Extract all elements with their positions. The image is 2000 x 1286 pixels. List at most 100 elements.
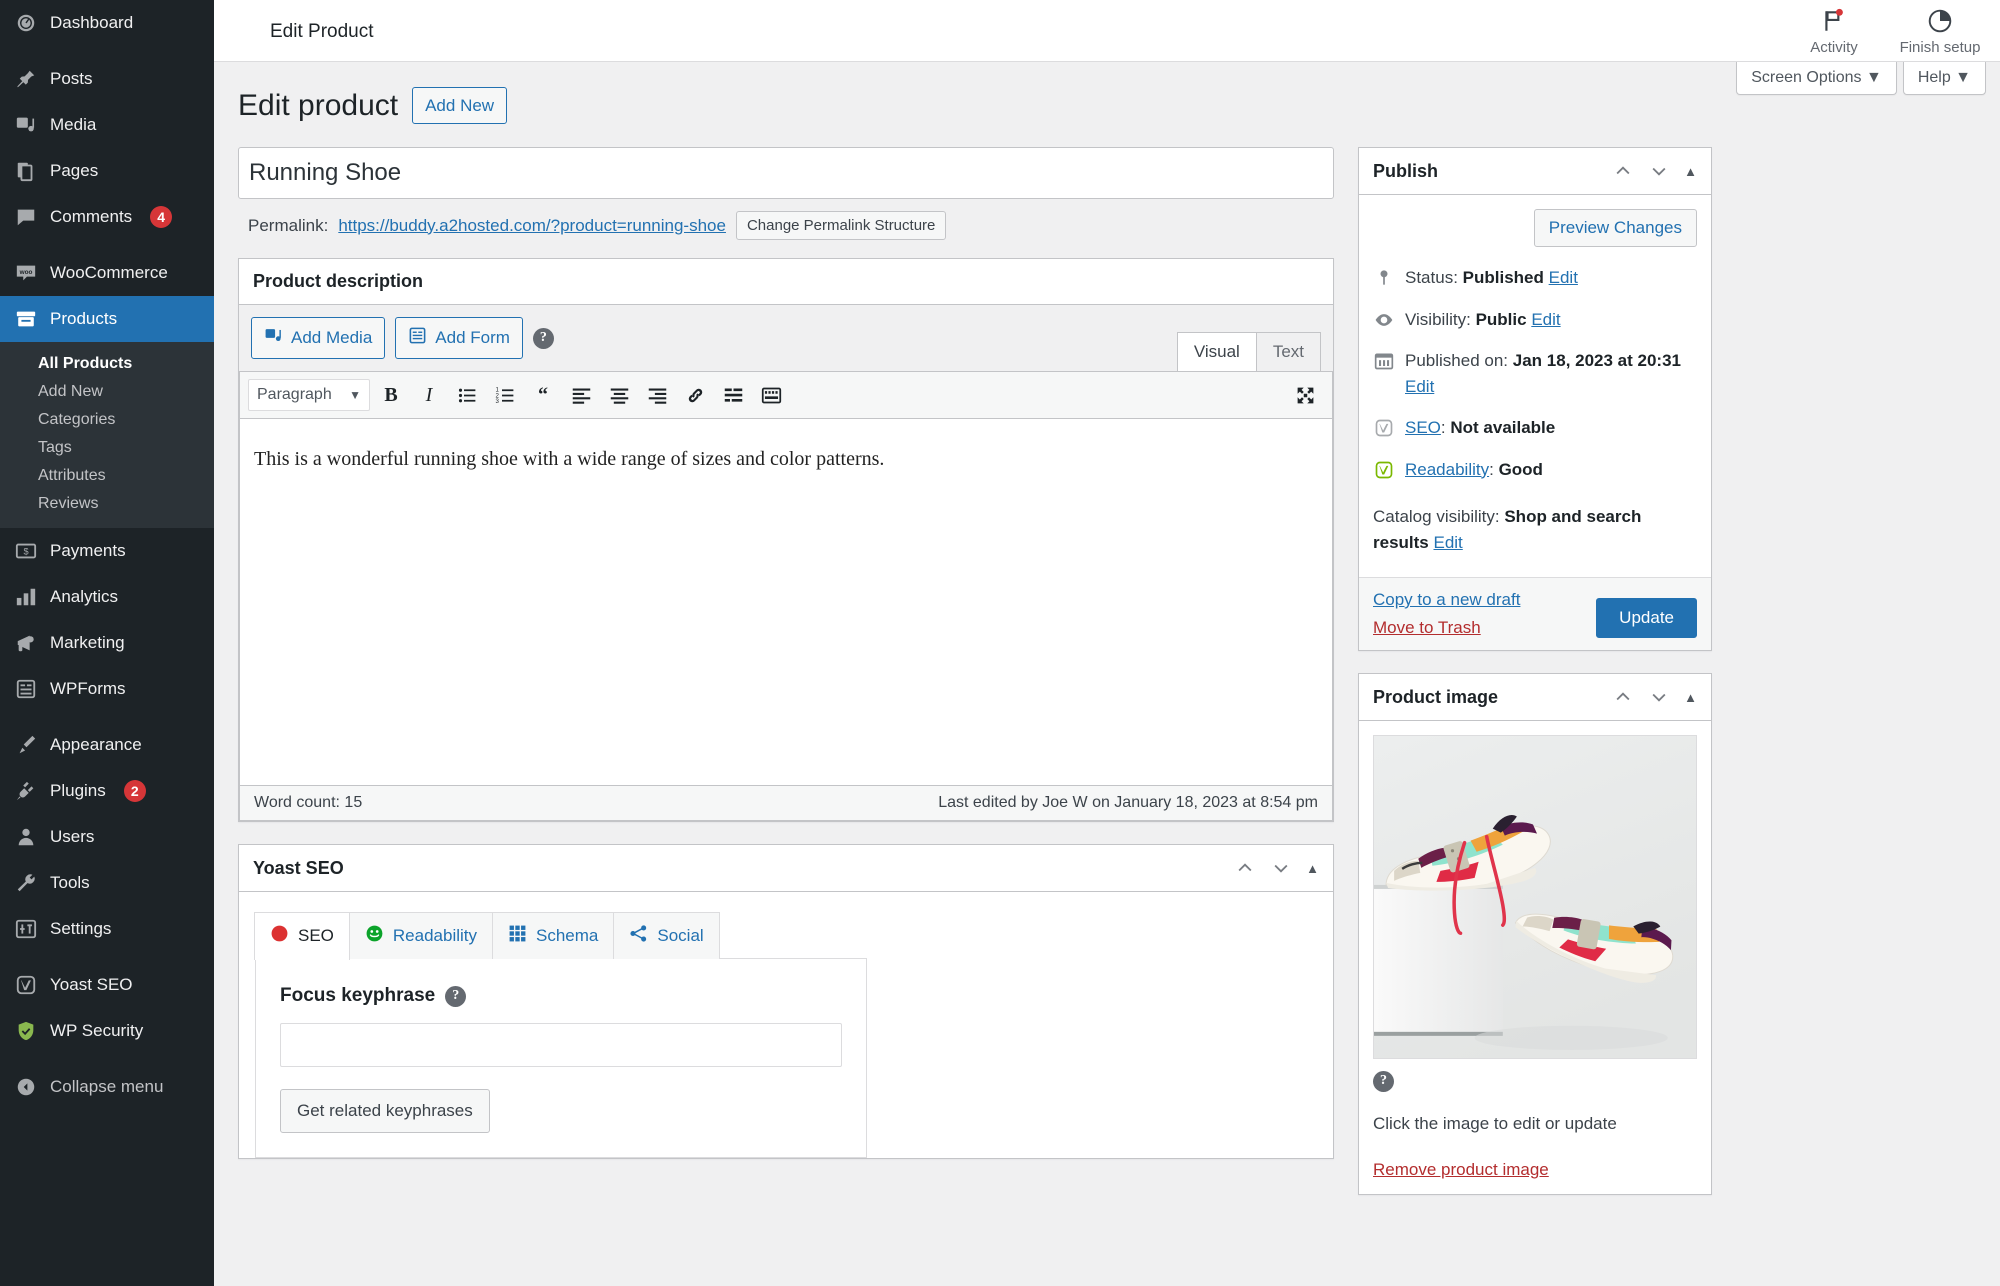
seo-link[interactable]: SEO	[1405, 418, 1441, 437]
add-media-button[interactable]: Add Media	[251, 317, 386, 360]
sidebar-item-wpforms[interactable]: WPForms	[0, 666, 214, 712]
bold-icon[interactable]: B	[374, 379, 408, 411]
published-on-edit-link[interactable]: Edit	[1405, 377, 1434, 396]
tab-text[interactable]: Text	[1255, 332, 1321, 372]
add-new-button[interactable]: Add New	[412, 86, 508, 125]
help-icon[interactable]: ?	[1373, 1070, 1394, 1092]
sidebar-item-pages[interactable]: Pages	[0, 148, 214, 194]
product-title-input[interactable]	[238, 147, 1334, 199]
sidebar-separator	[0, 712, 214, 722]
read-more-icon[interactable]	[716, 379, 750, 411]
blockquote-icon[interactable]: “	[526, 379, 560, 411]
readability-link[interactable]: Readability	[1405, 460, 1489, 479]
submenu-item-attributes[interactable]: Attributes	[0, 462, 214, 490]
align-center-icon[interactable]	[602, 379, 636, 411]
activity-button[interactable]: Activity	[1788, 4, 1880, 56]
submenu-item-all-products[interactable]: All Products	[0, 350, 214, 378]
move-up-icon[interactable]	[1612, 160, 1634, 182]
move-to-trash-link[interactable]: Move to Trash	[1373, 618, 1520, 638]
remove-product-image-link[interactable]: Remove product image	[1373, 1160, 1549, 1179]
sidebar-item-comments[interactable]: Comments 4	[0, 194, 214, 240]
submenu-item-tags[interactable]: Tags	[0, 434, 214, 462]
sidebar-item-label: WP Security	[50, 1021, 144, 1040]
move-down-icon[interactable]	[1648, 160, 1670, 182]
visibility-row: Visibility: Public Edit	[1373, 299, 1697, 341]
status-edit-link[interactable]: Edit	[1549, 268, 1578, 287]
status-row: Status: Published Edit	[1373, 257, 1697, 299]
toggle-panel-icon[interactable]: ▲	[1306, 861, 1319, 876]
collapse-menu-button[interactable]: Collapse menu	[0, 1064, 214, 1110]
wpforms-icon	[14, 677, 38, 701]
sidebar-item-woocommerce[interactable]: woo WooCommerce	[0, 250, 214, 296]
move-down-icon[interactable]	[1648, 686, 1670, 708]
yoast-tab-seo[interactable]: SEO	[254, 912, 350, 961]
align-right-icon[interactable]	[640, 379, 674, 411]
sidebar-item-media[interactable]: Media	[0, 102, 214, 148]
copy-to-new-draft-link[interactable]: Copy to a new draft	[1373, 590, 1520, 610]
publish-action-links: Copy to a new draft Move to Trash	[1373, 590, 1520, 638]
publish-actions: Copy to a new draft Move to Trash Update	[1359, 577, 1711, 650]
product-image-note: Click the image to edit or update	[1373, 1113, 1617, 1133]
catalog-visibility-label: Catalog visibility:	[1373, 507, 1500, 526]
move-up-icon[interactable]	[1234, 857, 1256, 879]
sidebar-item-tools[interactable]: Tools	[0, 860, 214, 906]
add-form-button[interactable]: Add Form	[395, 317, 523, 360]
editor-help-icon[interactable]: ?	[532, 327, 554, 349]
toggle-panel-icon[interactable]: ▲	[1684, 164, 1697, 179]
product-image-heading: Product image	[1373, 686, 1499, 707]
focus-keyphrase-help-icon[interactable]: ?	[445, 985, 467, 1007]
tab-visual[interactable]: Visual	[1176, 332, 1257, 373]
paragraph-format-select[interactable]: Paragraph ▼	[248, 379, 370, 412]
sidebar-item-settings[interactable]: Settings	[0, 906, 214, 952]
permalink-link[interactable]: https://buddy.a2hosted.com/?product=runn…	[338, 216, 726, 236]
yoast-handle-actions: ▲	[1234, 857, 1319, 879]
focus-keyphrase-input[interactable]	[280, 1023, 842, 1068]
sidebar-item-marketing[interactable]: Marketing	[0, 620, 214, 666]
get-related-keyphrases-button[interactable]: Get related keyphrases	[280, 1089, 490, 1134]
move-up-icon[interactable]	[1612, 686, 1634, 708]
main-content: Edit product Add New Permalink: https://…	[214, 62, 2000, 1286]
sidebar-item-analytics[interactable]: Analytics	[0, 574, 214, 620]
toolbar-toggle-icon[interactable]	[754, 379, 788, 411]
align-left-icon[interactable]	[564, 379, 598, 411]
finish-setup-button[interactable]: Finish setup	[1894, 4, 1986, 56]
yoast-tab-label: Readability	[392, 926, 478, 946]
sidebar-item-yoast-seo[interactable]: Yoast SEO	[0, 962, 214, 1008]
seo-score-text: SEO: Not available	[1405, 415, 1555, 441]
shield-icon	[14, 1019, 38, 1043]
yoast-tab-schema[interactable]: Schema	[492, 912, 615, 960]
sidebar-item-dashboard[interactable]: Dashboard	[0, 0, 214, 46]
yoast-tab-readability[interactable]: Readability	[348, 912, 494, 960]
update-button[interactable]: Update	[1596, 598, 1697, 638]
pin-icon	[14, 67, 38, 91]
toggle-panel-icon[interactable]: ▲	[1684, 690, 1697, 705]
distraction-free-icon[interactable]	[1288, 379, 1322, 411]
submenu-item-categories[interactable]: Categories	[0, 406, 214, 434]
numbered-list-icon[interactable]: 123	[488, 379, 522, 411]
sidebar-item-wp-security[interactable]: WP Security	[0, 1008, 214, 1054]
yoast-tab-social[interactable]: Social	[613, 912, 720, 960]
catalog-visibility-edit-link[interactable]: Edit	[1433, 533, 1462, 552]
visibility-label: Visibility:	[1405, 309, 1471, 329]
bulleted-list-icon[interactable]	[450, 379, 484, 411]
sidebar-item-plugins[interactable]: Plugins 2	[0, 768, 214, 814]
readability-score-text: Readability: Good	[1405, 457, 1543, 483]
editor-content-area[interactable]: This is a wonderful running shoe with a …	[239, 418, 1333, 787]
primary-column: Permalink: https://buddy.a2hosted.com/?p…	[238, 147, 1334, 1181]
sidebar-item-posts[interactable]: Posts	[0, 56, 214, 102]
page-title: Edit product	[238, 89, 399, 122]
sidebar-item-products[interactable]: Products	[0, 296, 222, 342]
product-thumbnail[interactable]	[1373, 735, 1697, 1059]
submenu-item-add-new[interactable]: Add New	[0, 378, 214, 406]
visibility-edit-link[interactable]: Edit	[1531, 310, 1560, 329]
change-permalink-structure-button[interactable]: Change Permalink Structure	[735, 211, 947, 240]
yoast-tab-label: Schema	[536, 926, 599, 946]
submenu-item-reviews[interactable]: Reviews	[0, 490, 214, 518]
move-down-icon[interactable]	[1270, 857, 1292, 879]
sidebar-item-payments[interactable]: $ Payments	[0, 528, 214, 574]
link-icon[interactable]	[678, 379, 712, 411]
sidebar-item-appearance[interactable]: Appearance	[0, 722, 214, 768]
preview-changes-button[interactable]: Preview Changes	[1533, 209, 1697, 247]
italic-icon[interactable]: I	[412, 379, 446, 411]
sidebar-item-users[interactable]: Users	[0, 814, 214, 860]
